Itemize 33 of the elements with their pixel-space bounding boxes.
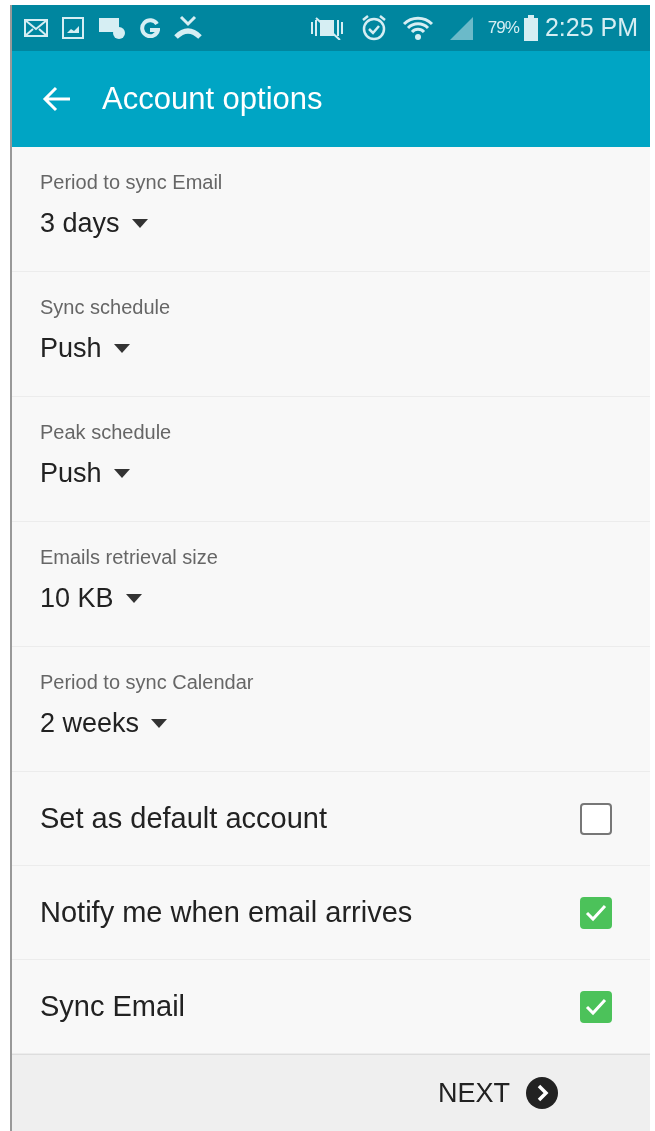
chevron-right-icon bbox=[526, 1077, 558, 1110]
screen-title: Account options bbox=[102, 80, 323, 117]
dropdown-value[interactable]: 3 days bbox=[40, 208, 120, 240]
checkbox-label: Set as default account bbox=[40, 802, 327, 836]
setting-label: Emails retrieval size bbox=[40, 546, 218, 570]
checkmark-icon bbox=[585, 997, 607, 1016]
back-arrow-icon[interactable] bbox=[42, 85, 72, 112]
setting-label: Peak schedule bbox=[40, 421, 172, 445]
dropdown-value[interactable]: Push bbox=[40, 333, 102, 365]
clock-time: 2:25 PM bbox=[544, 13, 638, 43]
dropdown-value[interactable]: Push bbox=[40, 458, 102, 490]
g-icon bbox=[140, 17, 160, 38]
setting-label: Period to sync Email bbox=[40, 171, 223, 195]
dropdown-caret-icon[interactable] bbox=[113, 469, 130, 479]
checkbox[interactable] bbox=[580, 990, 612, 1023]
dropdown-caret-icon[interactable] bbox=[113, 344, 130, 354]
dropdown-caret-icon[interactable] bbox=[131, 219, 148, 229]
checkbox[interactable] bbox=[580, 802, 612, 835]
dropdown-caret-icon[interactable] bbox=[125, 594, 142, 604]
checkbox[interactable] bbox=[580, 896, 612, 929]
gallery-icon bbox=[62, 16, 84, 39]
checkbox-label: Notify me when email arrives bbox=[40, 896, 413, 930]
setting-label: Period to sync Calendar bbox=[40, 671, 254, 695]
checkmark-icon bbox=[585, 903, 607, 922]
wifi-icon bbox=[401, 14, 434, 41]
dropdown-value[interactable]: 10 KB bbox=[40, 583, 114, 615]
dropdown-caret-icon[interactable] bbox=[151, 719, 168, 729]
battery-icon bbox=[522, 14, 539, 41]
next-button[interactable]: NEXT bbox=[438, 1071, 558, 1116]
dropdown-value[interactable]: 2 weeks bbox=[40, 708, 140, 740]
checkbox-label: Sync Email bbox=[40, 990, 186, 1024]
battery-percent: 79% bbox=[487, 17, 519, 38]
setting-label: Sync schedule bbox=[40, 296, 171, 320]
